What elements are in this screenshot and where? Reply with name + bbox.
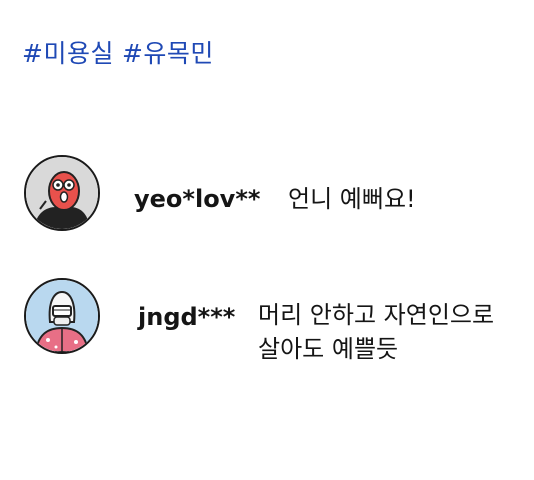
comment-username[interactable]: jngd*** xyxy=(138,303,235,331)
avatar-masked-character[interactable] xyxy=(24,278,100,354)
red-character-icon xyxy=(26,157,98,229)
comment-username[interactable]: yeo*lov** xyxy=(134,185,260,213)
comment-text: 언니 예뻐요! xyxy=(288,185,416,213)
comment-item: yeo*lov** 언니 예뻐요! xyxy=(24,155,416,231)
hashtag-salon[interactable]: #미용실 xyxy=(22,39,114,68)
comment-text: 머리 안하고 자연인으로 살아도 예쁠듯 xyxy=(258,298,534,366)
hashtag-line: #미용실 #유목민 xyxy=(22,34,222,70)
masked-character-icon xyxy=(26,280,98,352)
comment-item: jngd*** 머리 안하고 자연인으로 살아도 예쁠듯 xyxy=(24,278,494,363)
avatar-red-character[interactable] xyxy=(24,155,100,231)
hashtag-nomad[interactable]: #유목민 xyxy=(122,39,214,68)
comment-text-line: 살아도 예쁠듯 xyxy=(258,335,399,363)
comment-text-line: 머리 안하고 자연인으로 xyxy=(258,301,495,329)
